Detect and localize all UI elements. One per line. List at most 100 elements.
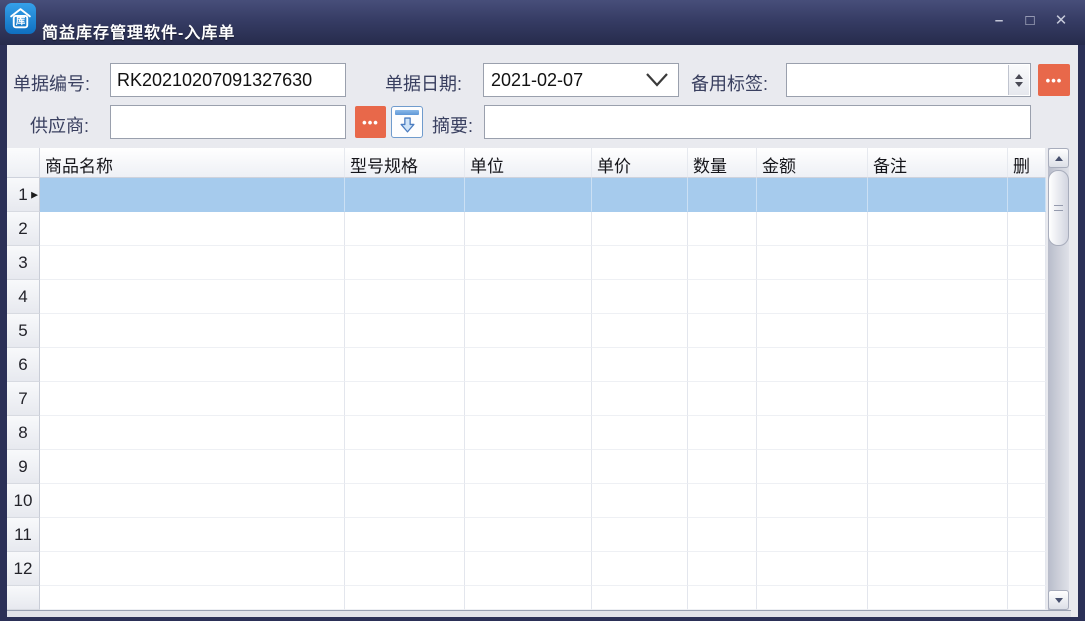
cell-name[interactable] [40, 280, 345, 314]
cell-name[interactable] [40, 382, 345, 416]
cell-price[interactable] [592, 280, 688, 314]
cell-qty[interactable] [688, 586, 757, 610]
cell-note[interactable] [868, 450, 1008, 484]
cell-spec[interactable] [345, 178, 465, 212]
cell-unit[interactable] [465, 416, 592, 450]
cell-unit[interactable] [465, 518, 592, 552]
cell-qty[interactable] [688, 212, 757, 246]
table-row[interactable]: 2 [7, 212, 1046, 246]
cell-note[interactable] [868, 586, 1008, 610]
cell-spec[interactable] [345, 246, 465, 280]
row-number[interactable]: 4 [7, 280, 40, 314]
cell-unit[interactable] [465, 382, 592, 416]
table-row[interactable]: 8 [7, 416, 1046, 450]
cell-del[interactable] [1008, 382, 1046, 416]
cell-spec[interactable] [345, 484, 465, 518]
horizontal-scrollbar[interactable] [7, 610, 1071, 617]
cell-note[interactable] [868, 518, 1008, 552]
table-row[interactable]: 10 [7, 484, 1046, 518]
cell-qty[interactable] [688, 280, 757, 314]
spinner-up-button[interactable] [1015, 74, 1023, 79]
column-header-amount[interactable]: 金额 [757, 148, 868, 178]
cell-spec[interactable] [345, 314, 465, 348]
cell-name[interactable] [40, 246, 345, 280]
cell-qty[interactable] [688, 552, 757, 586]
scroll-down-button[interactable] [1048, 590, 1069, 610]
cell-price[interactable] [592, 586, 688, 610]
cell-name[interactable] [40, 586, 345, 610]
doc-date-combobox[interactable]: 2021-02-07 [483, 63, 679, 97]
row-number[interactable]: 9 [7, 450, 40, 484]
cell-spec[interactable] [345, 450, 465, 484]
cell-del[interactable] [1008, 246, 1046, 280]
cell-price[interactable] [592, 178, 688, 212]
maximize-button[interactable]: □ [1020, 11, 1040, 31]
cell-unit[interactable] [465, 314, 592, 348]
table-row[interactable]: 9 [7, 450, 1046, 484]
supplier-input[interactable] [110, 105, 346, 139]
cell-amount[interactable] [757, 212, 868, 246]
cell-spec[interactable] [345, 518, 465, 552]
cell-del[interactable] [1008, 348, 1046, 382]
cell-note[interactable] [868, 178, 1008, 212]
column-header-spec[interactable]: 型号规格 [345, 148, 465, 178]
cell-unit[interactable] [465, 212, 592, 246]
cell-spec[interactable] [345, 416, 465, 450]
cell-price[interactable] [592, 212, 688, 246]
vertical-scrollbar[interactable] [1048, 148, 1069, 610]
row-number[interactable]: 10 [7, 484, 40, 518]
cell-note[interactable] [868, 212, 1008, 246]
table-row[interactable]: 11 [7, 518, 1046, 552]
column-header-price[interactable]: 单价 [592, 148, 688, 178]
column-header-name[interactable]: 商品名称 [40, 148, 345, 178]
cell-unit[interactable] [465, 280, 592, 314]
scrollbar-thumb[interactable] [1048, 170, 1069, 246]
cell-spec[interactable] [345, 586, 465, 610]
cell-amount[interactable] [757, 348, 868, 382]
cell-unit[interactable] [465, 484, 592, 518]
close-button[interactable]: ✕ [1051, 11, 1071, 31]
cell-note[interactable] [868, 552, 1008, 586]
cell-price[interactable] [592, 552, 688, 586]
cell-qty[interactable] [688, 382, 757, 416]
cell-name[interactable] [40, 416, 345, 450]
doc-number-input[interactable] [110, 63, 346, 97]
cell-price[interactable] [592, 314, 688, 348]
cell-unit[interactable] [465, 552, 592, 586]
cell-del[interactable] [1008, 212, 1046, 246]
cell-qty[interactable] [688, 416, 757, 450]
cell-name[interactable] [40, 450, 345, 484]
cell-del[interactable] [1008, 586, 1046, 610]
cell-price[interactable] [592, 416, 688, 450]
cell-price[interactable] [592, 246, 688, 280]
cell-amount[interactable] [757, 382, 868, 416]
cell-qty[interactable] [688, 178, 757, 212]
table-row[interactable]: 6 [7, 348, 1046, 382]
cell-amount[interactable] [757, 518, 868, 552]
cell-price[interactable] [592, 382, 688, 416]
cell-name[interactable] [40, 212, 345, 246]
cell-name[interactable] [40, 314, 345, 348]
row-number[interactable]: 1▶ [7, 178, 40, 212]
cell-qty[interactable] [688, 484, 757, 518]
table-row[interactable]: 5 [7, 314, 1046, 348]
cell-name[interactable] [40, 178, 345, 212]
cell-unit[interactable] [465, 246, 592, 280]
cell-del[interactable] [1008, 314, 1046, 348]
cell-name[interactable] [40, 518, 345, 552]
cell-name[interactable] [40, 552, 345, 586]
row-number[interactable] [7, 586, 40, 610]
cell-del[interactable] [1008, 178, 1046, 212]
table-row-partial[interactable] [7, 586, 1046, 610]
cell-spec[interactable] [345, 552, 465, 586]
summary-input[interactable] [484, 105, 1031, 139]
table-corner-cell[interactable] [7, 148, 40, 178]
cell-note[interactable] [868, 246, 1008, 280]
cell-amount[interactable] [757, 586, 868, 610]
column-header-qty[interactable]: 数量 [688, 148, 757, 178]
cell-del[interactable] [1008, 416, 1046, 450]
cell-name[interactable] [40, 348, 345, 382]
cell-amount[interactable] [757, 280, 868, 314]
column-header-unit[interactable]: 单位 [465, 148, 592, 178]
cell-del[interactable] [1008, 484, 1046, 518]
